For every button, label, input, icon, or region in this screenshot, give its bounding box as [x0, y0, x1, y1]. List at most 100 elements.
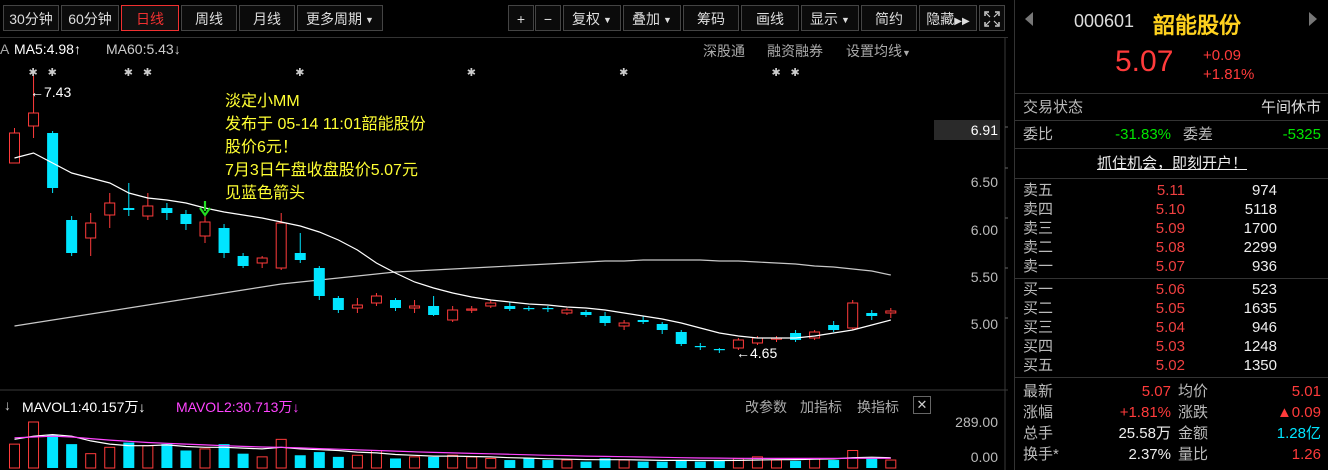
- volume-bar: [313, 452, 325, 468]
- event-star-icon[interactable]: ✱: [619, 66, 628, 79]
- mavol1-legend: MAVOL1:40.157万↓: [22, 397, 145, 417]
- close-indicator-button[interactable]: ✕: [913, 396, 931, 414]
- prev-stock-button[interactable]: [1023, 10, 1037, 30]
- ask-row[interactable]: 卖三 5.09 1700: [1015, 219, 1328, 238]
- candle: [466, 306, 478, 313]
- zoom-out-button[interactable]: −: [535, 5, 561, 31]
- volume-axis-label: 0.00: [970, 449, 998, 465]
- candle: [66, 216, 78, 256]
- divider: [1015, 178, 1328, 179]
- event-star-icon[interactable]: ✱: [29, 66, 38, 79]
- overlay-dropdown[interactable]: 叠加 ▼: [623, 5, 681, 31]
- event-star-icon[interactable]: ✱: [467, 66, 476, 79]
- candle: [866, 310, 878, 320]
- volume-bar: [428, 456, 440, 468]
- candle-body: [351, 304, 363, 309]
- candle: [199, 216, 211, 243]
- event-star-icon[interactable]: ✱: [48, 66, 57, 79]
- bid-label: 买三: [1023, 319, 1054, 336]
- zoom-in-button[interactable]: +: [508, 5, 534, 31]
- event-star-icon[interactable]: ✱: [791, 66, 800, 79]
- candle: [523, 306, 535, 311]
- display-label: 显示: [810, 11, 839, 27]
- double-chevron-right-icon: ▶▶: [954, 16, 970, 27]
- edit-params-link[interactable]: 改参数: [745, 397, 787, 417]
- bid-row[interactable]: 买五 5.02 1350: [1015, 356, 1328, 375]
- switch-indicator-link[interactable]: 换指标: [857, 397, 899, 417]
- price-change-pct: +1.81%: [1203, 66, 1255, 83]
- price-change: +0.09: [1203, 47, 1241, 64]
- status-value: 午间休市: [1260, 99, 1321, 116]
- stat-row: 换手* 2.37% 量比 1.26: [1015, 445, 1328, 464]
- volume-bar: [694, 461, 706, 468]
- candle: [561, 308, 573, 315]
- promo-link[interactable]: 抓住机会，即刻开户！: [1097, 155, 1247, 172]
- chips-button[interactable]: 筹码: [683, 5, 739, 31]
- volume-bar: [275, 438, 287, 469]
- bid-row[interactable]: 买四 5.03 1248: [1015, 337, 1328, 356]
- ask-price: 5.08: [1155, 239, 1185, 256]
- period-daily-button[interactable]: 日线: [121, 5, 179, 31]
- candle-body: [313, 268, 325, 296]
- simple-mode-button[interactable]: 简约: [861, 5, 917, 31]
- candle-body: [866, 313, 878, 316]
- volume-bar: [523, 458, 535, 468]
- candle: [618, 320, 630, 330]
- event-star-icon[interactable]: ✱: [124, 66, 133, 79]
- stat-label: 最新: [1023, 383, 1054, 400]
- ask-row[interactable]: 卖五 5.11 974: [1015, 181, 1328, 200]
- event-star-icon[interactable]: ✱: [143, 66, 152, 79]
- ask-row[interactable]: 卖四 5.10 5118: [1015, 200, 1328, 219]
- stat-label: 涨跌: [1178, 404, 1209, 421]
- volume-bar: [47, 434, 59, 468]
- add-indicator-link[interactable]: 加指标: [800, 397, 842, 417]
- volume-bar: [790, 460, 802, 468]
- stat-label: 量比: [1178, 446, 1209, 463]
- period-60min-button[interactable]: 60分钟: [61, 5, 119, 31]
- candle: [218, 224, 230, 258]
- period-30min-button[interactable]: 30分钟: [3, 5, 59, 31]
- period-monthly-button[interactable]: 月线: [239, 5, 295, 31]
- stat-label: 换手*: [1023, 446, 1059, 463]
- candle: [694, 343, 706, 350]
- candle-body: [123, 208, 135, 210]
- candle-body: [218, 228, 230, 253]
- event-star-icon[interactable]: ✱: [772, 66, 781, 79]
- event-star-icon[interactable]: ✱: [295, 66, 304, 79]
- stock-code: 000601: [1074, 11, 1135, 31]
- volume-bar: [580, 461, 592, 468]
- candle: [85, 213, 97, 256]
- volume-bar: [351, 454, 363, 469]
- candle-body: [847, 302, 859, 329]
- adjust-dropdown[interactable]: 复权 ▼: [563, 5, 621, 31]
- bid-volume: 1635: [1243, 300, 1277, 317]
- hide-button[interactable]: 隐藏▶▶: [919, 5, 977, 31]
- chart-toolbar: 30分钟 60分钟 日线 周线 月线 更多周期 ▼ + − 复权 ▼ 叠加 ▼ 筹码 …: [0, 0, 1008, 38]
- triangle-right-icon: [1309, 12, 1317, 26]
- candle: [485, 300, 497, 308]
- bid-volume: 1350: [1243, 357, 1277, 374]
- display-dropdown[interactable]: 显示 ▼: [801, 5, 859, 31]
- next-stock-button[interactable]: [1307, 10, 1321, 30]
- hide-label: 隐藏: [926, 11, 955, 27]
- divider: [1015, 120, 1328, 121]
- ask-row[interactable]: 卖二 5.08 2299: [1015, 238, 1328, 257]
- draw-line-button[interactable]: 画线: [741, 5, 799, 31]
- kline-chart-area[interactable]: A MA5:4.98↑ MA60:5.43↓ 深股通 融资融券 设置均线▼ 淡定…: [0, 38, 1008, 470]
- volume-bar: [447, 454, 459, 469]
- bid-row[interactable]: 买三 5.04 946: [1015, 318, 1328, 337]
- fullscreen-button[interactable]: [979, 5, 1005, 31]
- candle-body: [561, 309, 573, 314]
- divider: [1015, 148, 1328, 149]
- mavol1-value: MAVOL1:40.157万: [22, 399, 139, 415]
- bid-row[interactable]: 买一 5.06 523: [1015, 280, 1328, 299]
- candle-body: [180, 214, 192, 224]
- candle: [47, 131, 59, 193]
- ask-row[interactable]: 卖一 5.07 936: [1015, 257, 1328, 276]
- more-periods-dropdown[interactable]: 更多周期 ▼: [297, 5, 383, 31]
- period-weekly-button[interactable]: 周线: [181, 5, 237, 31]
- bid-row[interactable]: 买二 5.05 1635: [1015, 299, 1328, 318]
- ask-price: 5.10: [1155, 201, 1185, 218]
- volume-bar: [256, 456, 268, 469]
- open-account-banner[interactable]: 抓住机会，即刻开户！: [1015, 154, 1328, 173]
